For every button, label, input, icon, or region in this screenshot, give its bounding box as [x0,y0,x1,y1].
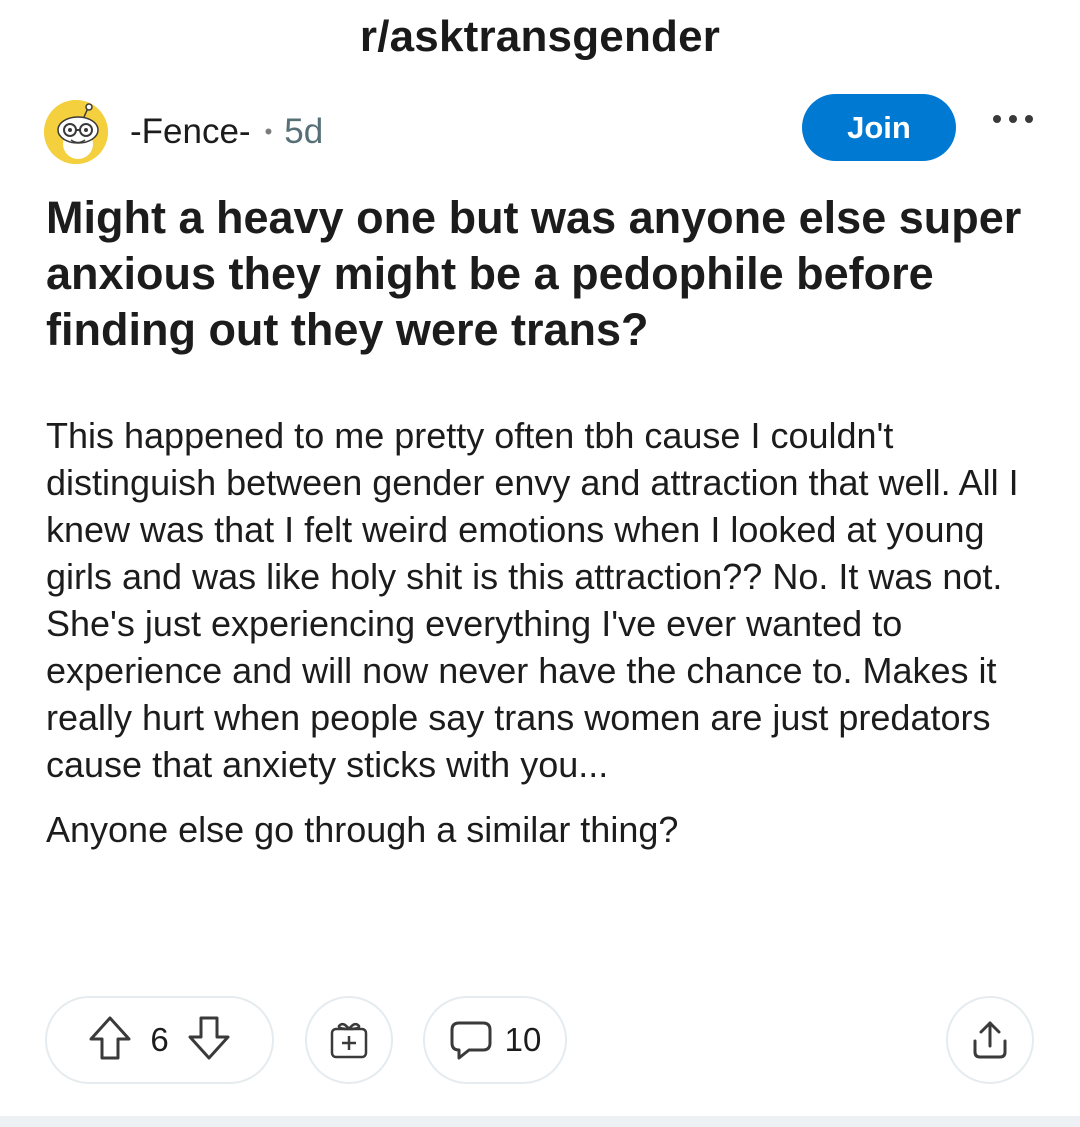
speech-bubble-icon [450,1021,492,1060]
vote-count: 6 [150,1021,169,1058]
downvote-button[interactable] [187,1015,231,1066]
award-button[interactable] [305,996,393,1084]
upvote-button[interactable] [88,1015,132,1066]
share-icon [973,1021,1007,1059]
vote-bar: 6 [45,996,274,1084]
arrow-down-icon [188,1016,230,1059]
author-username[interactable]: -Fence- [130,112,251,152]
post-body-paragraph: Anyone else go through a similar thing? [46,809,679,850]
post-age: 5d [284,112,324,151]
meta-separator: • [264,119,273,144]
arrow-up-icon [89,1016,131,1059]
gift-icon [330,1022,368,1059]
post-body: This happened to me pretty often tbh cau… [46,412,1036,871]
join-button[interactable]: Join [802,94,956,161]
comments-button[interactable]: 10 [423,996,567,1084]
more-options-icon [993,115,1033,123]
bottom-divider [0,1116,1080,1127]
avatar[interactable] [44,100,108,164]
share-button[interactable] [946,996,1034,1084]
post-meta: -Fence- • 5d [44,97,323,167]
comment-count: 10 [504,1021,542,1058]
subreddit-title[interactable]: r/asktransgender [0,12,1080,62]
post-body-paragraph: This happened to me pretty often tbh cau… [46,415,1019,785]
more-options-button[interactable] [988,104,1038,134]
snoo-avatar-icon [44,100,108,164]
post-title[interactable]: Might a heavy one but was anyone else su… [46,190,1046,358]
